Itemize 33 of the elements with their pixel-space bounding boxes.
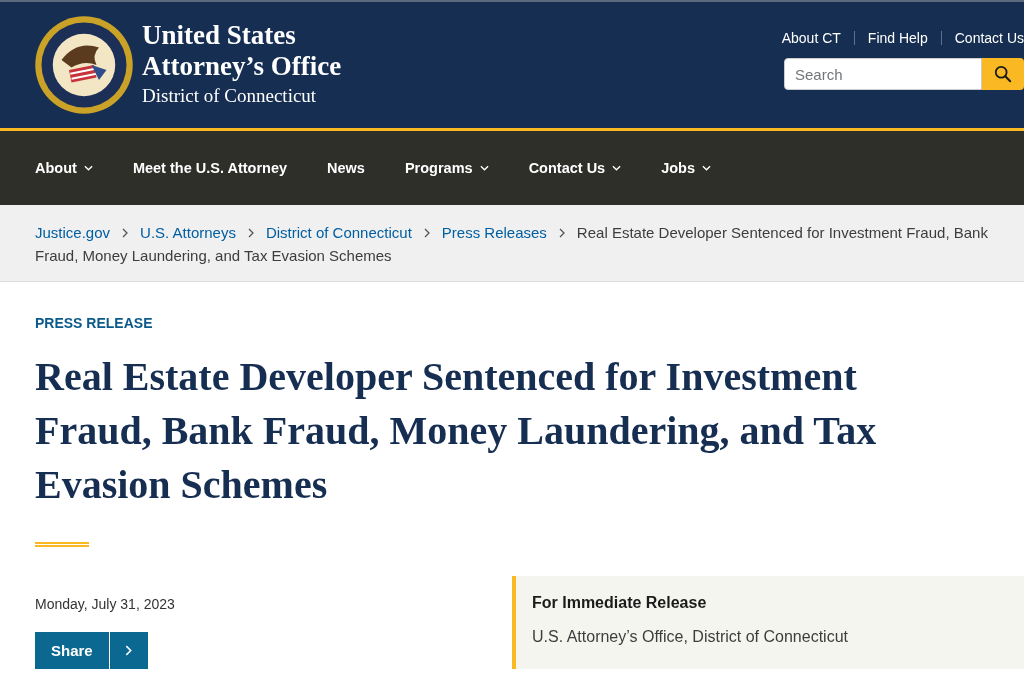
chevron-right-icon	[122, 228, 129, 238]
breadcrumb-link[interactable]: District of Connecticut	[265, 224, 412, 241]
search-field[interactable]: Search	[784, 58, 982, 90]
utility-link[interactable]: Find Help	[867, 30, 928, 46]
release-date: Monday, July 31, 2023	[35, 596, 175, 612]
chevron-right-icon	[247, 228, 254, 238]
nav-item[interactable]: Jobs	[661, 160, 711, 176]
search-button[interactable]	[982, 58, 1024, 90]
release-heading: For Immediate Release	[532, 594, 708, 612]
chevron-right-icon	[125, 645, 133, 656]
utility-link[interactable]: About CT	[781, 30, 841, 46]
site-title[interactable]: United States	[142, 20, 342, 51]
site-title[interactable]: Attorney’s Office	[142, 51, 342, 82]
nav-item[interactable]: Programs	[404, 160, 489, 176]
chevron-right-icon	[423, 228, 430, 238]
accent-rule	[35, 542, 89, 547]
search-icon	[994, 65, 1012, 83]
seal-icon	[34, 15, 134, 115]
utility-link[interactable]: Contact Us	[954, 30, 1024, 46]
breadcrumb-link[interactable]: U.S. Attorneys	[140, 224, 236, 241]
article-title: Real Estate Developer Sentenced for Investment Fraud, Bank Fraud, Money Laundering, and Tax Evasion Schemes	[35, 353, 878, 509]
breadcrumb-link[interactable]: Press Releases	[441, 224, 547, 241]
site-subtitle[interactable]: District of Connecticut	[142, 82, 342, 110]
nav-item[interactable]: News	[327, 160, 365, 176]
nav-item[interactable]: About	[35, 160, 93, 176]
nav-item[interactable]: Meet the U.S. Attorney	[132, 160, 288, 176]
article-type: PRESS RELEASE	[35, 315, 154, 331]
release-source: U.S. Attorney’s Office, District of Connecticut	[532, 628, 849, 646]
breadcrumb-trail: Justice.gov U.S. Attorneys District of Connecticut Press Releases Real Estate Developer Sentenced for Investment Fraud, Bank Fraud, Money Laundering, and Tax Evasion Schemes	[0, 205, 1024, 282]
breadcrumb-link[interactable]: Justice.gov	[35, 224, 111, 241]
share-button[interactable]: Share	[35, 632, 148, 669]
nav-item[interactable]: Contact Us	[528, 160, 622, 176]
chevron-right-icon	[558, 228, 565, 238]
